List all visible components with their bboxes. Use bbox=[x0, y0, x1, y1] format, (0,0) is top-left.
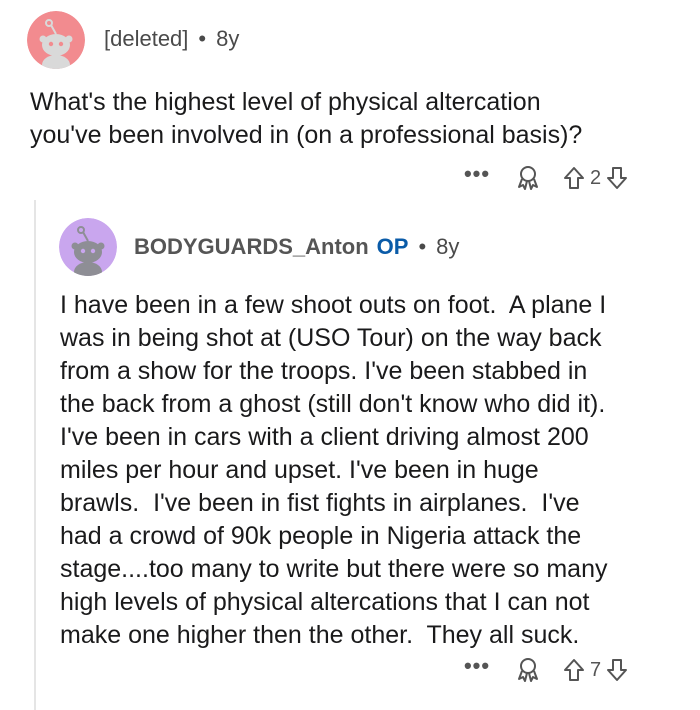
op-badge: OP bbox=[376, 234, 409, 259]
avatar[interactable] bbox=[27, 11, 85, 69]
snoo-avatar-icon bbox=[59, 218, 117, 276]
snoo-avatar-icon bbox=[27, 11, 85, 69]
comment-age: 8y bbox=[216, 26, 240, 51]
comment-meta: BODYGUARDS_Anton OP • 8y bbox=[134, 234, 459, 260]
vote-count: 7 bbox=[590, 658, 602, 681]
author-name[interactable]: BODYGUARDS_Anton bbox=[134, 234, 369, 260]
award-icon[interactable] bbox=[514, 164, 542, 192]
comment-meta: [deleted] • 8y bbox=[104, 26, 239, 52]
downvote-arrow-icon[interactable] bbox=[603, 164, 631, 192]
award-icon[interactable] bbox=[514, 656, 542, 684]
avatar[interactable] bbox=[59, 218, 117, 276]
thread-line bbox=[34, 200, 36, 710]
more-options-button[interactable]: ••• bbox=[462, 163, 492, 189]
upvote-arrow-icon[interactable] bbox=[560, 164, 588, 192]
downvote-arrow-icon[interactable] bbox=[603, 656, 631, 684]
comment-actions: ••• 2 bbox=[462, 163, 631, 193]
meta-separator: • bbox=[418, 234, 427, 259]
author-name[interactable]: [deleted] bbox=[104, 26, 188, 52]
comment-actions: ••• 7 bbox=[462, 655, 631, 685]
comment-age: 8y bbox=[436, 234, 460, 259]
comment-body: I have been in a few shoot outs on foot.… bbox=[60, 291, 608, 649]
meta-separator: • bbox=[198, 26, 207, 51]
more-options-button[interactable]: ••• bbox=[462, 655, 492, 681]
vote-count: 2 bbox=[590, 166, 602, 189]
comment-body: What's the highest level of physical alt… bbox=[30, 88, 583, 149]
upvote-arrow-icon[interactable] bbox=[560, 656, 588, 684]
